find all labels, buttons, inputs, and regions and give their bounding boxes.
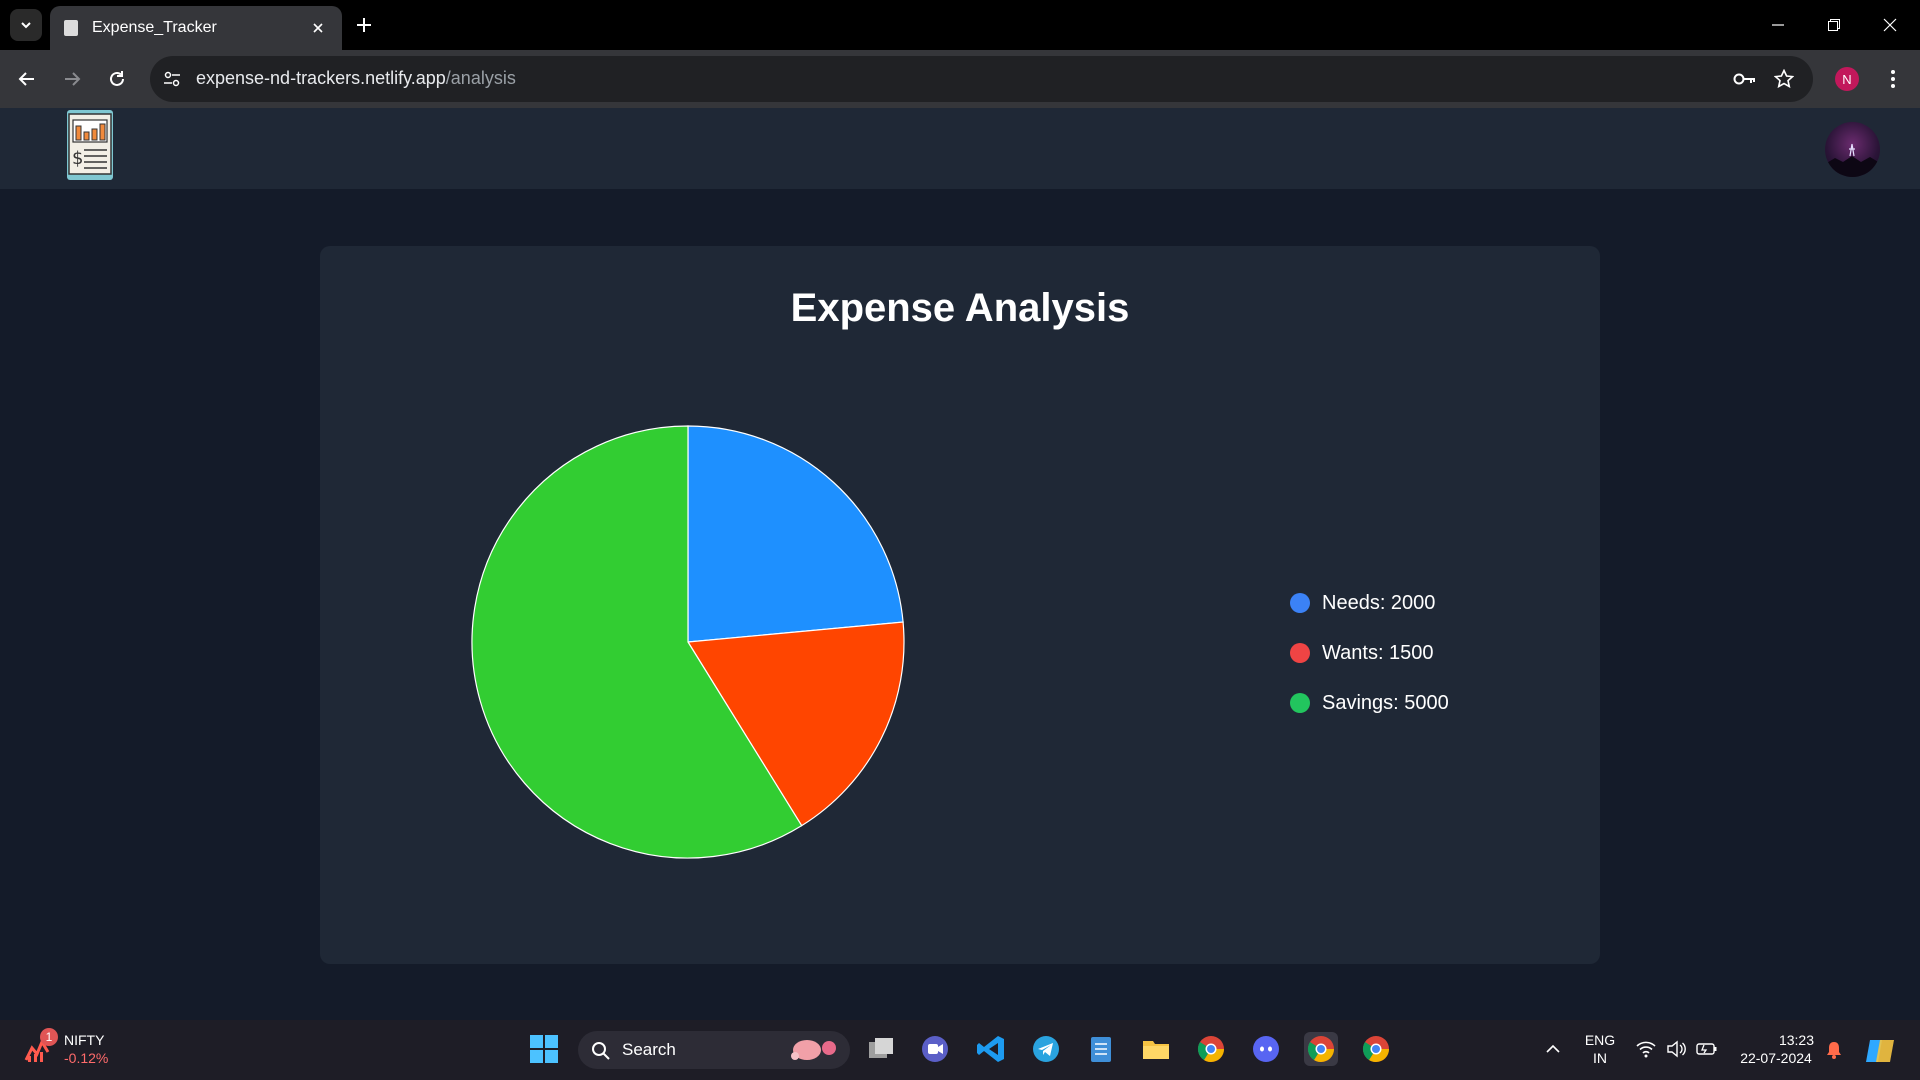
chrome-icon <box>1307 1036 1335 1063</box>
user-avatar[interactable] <box>1825 122 1880 177</box>
close-icon <box>313 23 323 33</box>
notepad-icon <box>1091 1037 1111 1062</box>
clock-time: 13:23 <box>1778 1032 1814 1048</box>
legend-dot-wants <box>1290 643 1310 663</box>
arrow-right-icon <box>65 72 81 86</box>
plus-icon <box>357 18 371 32</box>
show-hidden-icons-button[interactable] <box>1536 1032 1570 1066</box>
url-path: /analysis <box>445 68 516 88</box>
tune-icon <box>164 71 180 87</box>
svg-text:$: $ <box>72 148 83 169</box>
vscode-icon <box>977 1036 1004 1062</box>
volume-icon[interactable] <box>1666 1040 1686 1058</box>
video-call-icon <box>922 1036 948 1062</box>
star-icon <box>1774 69 1794 89</box>
forward-button[interactable] <box>55 62 89 96</box>
vscode-app[interactable] <box>974 1032 1008 1066</box>
arrow-left-icon <box>18 72 34 86</box>
windows-taskbar <box>0 1020 1920 1080</box>
search-highlight-icon <box>791 1040 836 1060</box>
telegram-icon <box>1033 1036 1059 1062</box>
page-favicon-icon <box>64 20 78 36</box>
chevron-up-icon <box>1546 1044 1560 1053</box>
search-label: Search <box>622 1040 676 1059</box>
legend-label-wants: Wants: 1500 <box>1322 641 1434 664</box>
url-host: expense-nd-trackers.netlify.app <box>196 68 446 88</box>
close-window-button[interactable] <box>1862 0 1918 50</box>
browser-menu-button[interactable] <box>1880 64 1906 94</box>
page-title: Expense Analysis <box>790 286 1130 330</box>
stock-name: NIFTY <box>64 1032 105 1048</box>
start-button[interactable] <box>527 1032 561 1066</box>
chrome-icon <box>1197 1036 1225 1063</box>
language-indicator[interactable]: ENG IN <box>1580 1031 1620 1067</box>
chart-legend: Needs: 2000 Wants: 1500 Savings: 5000 <box>1290 578 1449 728</box>
file-explorer-app[interactable] <box>1139 1032 1173 1066</box>
back-button[interactable] <box>10 62 44 96</box>
new-tab-button[interactable] <box>350 11 378 39</box>
legend-label-savings: Savings: 5000 <box>1322 691 1449 714</box>
restore-button[interactable] <box>1806 0 1862 50</box>
tab-close-button[interactable] <box>308 18 328 38</box>
password-key-button[interactable] <box>1732 66 1758 92</box>
tab-search-button[interactable] <box>10 9 42 41</box>
minimize-icon <box>1772 24 1784 26</box>
notification-bell-icon[interactable] <box>1825 1040 1843 1060</box>
battery-icon[interactable] <box>1696 1040 1718 1058</box>
chevron-down-icon <box>21 22 31 29</box>
profile-avatar[interactable]: N <box>1835 67 1859 91</box>
discord-app[interactable] <box>1249 1032 1283 1066</box>
search-icon <box>592 1042 610 1060</box>
chrome-app-2[interactable] <box>1359 1032 1393 1066</box>
stock-change: -0.12% <box>64 1050 109 1066</box>
clock[interactable]: 13:23 22-07-2024 <box>1732 1031 1820 1067</box>
notepad-app[interactable] <box>1084 1032 1118 1066</box>
reload-icon <box>110 71 124 86</box>
restore-icon <box>1828 19 1840 31</box>
report-logo-icon: $ <box>68 113 112 175</box>
stock-widget-text[interactable]: NIFTY -0.12% <box>64 1031 108 1067</box>
wifi-icon[interactable] <box>1636 1040 1656 1058</box>
bookmark-button[interactable] <box>1771 66 1797 92</box>
url-text[interactable]: expense-nd-trackers.netlify.app/analysis <box>196 68 516 89</box>
legend-item-savings: Savings: 5000 <box>1290 678 1449 728</box>
more-vertical-icon <box>1891 70 1895 88</box>
chrome-icon <box>1362 1036 1390 1063</box>
meet-app[interactable] <box>918 1032 952 1066</box>
chrome-app-active[interactable] <box>1304 1032 1338 1066</box>
browser-tab[interactable]: Expense_Tracker <box>50 6 342 50</box>
app-header <box>0 108 1920 189</box>
discord-icon <box>1253 1036 1279 1062</box>
site-info-button[interactable] <box>160 66 184 92</box>
close-icon <box>1883 18 1897 32</box>
app-logo[interactable]: $ <box>67 110 113 180</box>
minimize-button[interactable] <box>1750 0 1806 50</box>
legend-dot-needs <box>1290 593 1310 613</box>
notification-badge: 1 <box>40 1028 58 1046</box>
legend-item-wants: Wants: 1500 <box>1290 628 1449 678</box>
task-view-icon <box>869 1038 893 1058</box>
clock-date: 22-07-2024 <box>1740 1050 1812 1066</box>
telegram-app[interactable] <box>1029 1032 1063 1066</box>
windows-icon <box>530 1035 558 1063</box>
user-avatar-image <box>1825 143 1880 177</box>
chrome-app-1[interactable] <box>1194 1032 1228 1066</box>
language-code: ENG <box>1584 1032 1616 1048</box>
legend-label-needs: Needs: 2000 <box>1322 591 1436 614</box>
key-icon <box>1733 73 1755 85</box>
legend-dot-savings <box>1290 693 1310 713</box>
legend-item-needs: Needs: 2000 <box>1290 578 1449 628</box>
task-view-button[interactable] <box>864 1032 898 1066</box>
copilot-icon[interactable] <box>1864 1036 1896 1066</box>
region-code: IN <box>1593 1050 1607 1066</box>
reload-button[interactable] <box>100 62 134 96</box>
tab-title: Expense_Tracker <box>92 19 217 36</box>
folder-icon <box>1143 1041 1169 1059</box>
